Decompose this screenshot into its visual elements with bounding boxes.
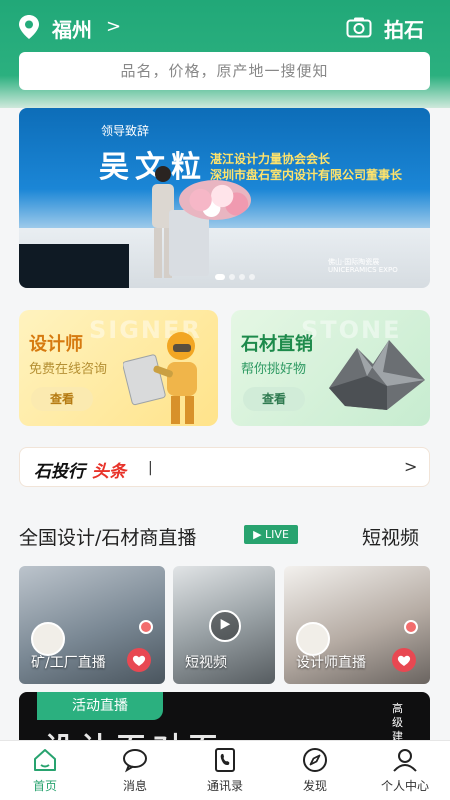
contacts-icon [215,748,235,772]
expo-logo: 佛山·国际陶瓷展 UNICERAMICS EXPO [328,258,398,274]
designer-card[interactable]: SIGNER 设计师 免费在线咨询 查看 [19,310,218,426]
live-badge: ▶ LIVE [244,525,298,544]
short-video-link[interactable]: 短视频 [362,523,419,550]
podium [169,210,209,276]
play-icon[interactable] [209,610,241,642]
stone-card-subtitle: 帮你挑好物 [241,362,307,377]
carousel-dot[interactable] [229,274,235,280]
stage-screen [19,244,129,288]
home-icon [34,749,56,771]
city-selector[interactable]: 福州 [52,14,92,43]
designer-view-button[interactable]: 查看 [31,387,93,411]
tab-label: 通讯录 [206,779,243,793]
carousel-dot[interactable] [249,274,255,280]
tab-discover[interactable]: 发现 [270,741,360,800]
heart-icon[interactable] [392,648,416,672]
headline-text: | [148,460,153,476]
banner-subtitle: 领导致辞 [101,124,150,138]
tab-contacts[interactable]: 通讯录 [180,741,270,800]
designer-card-subtitle: 免费在线咨询 [29,362,108,377]
video-label: 设计师直播 [296,655,366,671]
carousel-dots [215,274,255,280]
chevron-right-icon[interactable]: > [106,16,121,37]
tab-home[interactable]: 首页 [0,741,90,800]
banner-title-line1: 湛江设计力量协会会长 [210,152,331,166]
carousel-dot[interactable] [215,274,225,280]
activity-side-text: 高级建 [392,702,403,742]
chevron-right-icon[interactable]: > [404,457,417,476]
video-card-short-video[interactable]: 短视频 [173,566,275,684]
avatar [296,622,330,656]
lollipop-icon [139,620,153,634]
activity-tag: 活动直播 [37,692,163,720]
stone-view-button[interactable]: 查看 [243,387,305,411]
avatar [31,622,65,656]
tab-label: 首页 [32,779,57,793]
bottom-tab-bar: 首页 消息 通讯录 发现 个人中心 [0,740,450,800]
stone-sales-card[interactable]: STONE 石材直销 帮你挑好物 查看 [231,310,430,426]
flower-bouquet [179,180,251,220]
search-input[interactable]: 品名，价格，原产地一搜便知 [19,52,430,90]
video-card-designer-live[interactable]: 设计师直播 [284,566,430,684]
live-section-title: 全国设计/石材商直播 [19,527,197,549]
hero-banner[interactable]: 领导致辞 吴文粒 湛江设计力量协会会长 深圳市盘石室内设计有限公司董事长 佛山·… [19,108,430,288]
video-label: 短视频 [185,655,227,671]
banner-title-line2: 深圳市盘石室内设计有限公司董事长 [210,168,403,182]
carousel-dot[interactable] [239,274,245,280]
designer-card-title: 设计师 [29,334,83,355]
tab-label: 个人中心 [380,779,429,793]
robot-illustration [123,332,197,424]
tab-label: 发现 [302,779,327,793]
tab-label: 消息 [122,779,147,793]
message-icon [123,749,147,773]
stone-card-title: 石材直销 [241,334,313,355]
user-icon [393,749,417,772]
stone-mountain-illustration [329,340,425,410]
lollipop-icon [404,620,418,634]
video-card-factory-live[interactable]: 矿/工厂直播 [19,566,165,684]
headline-logo-accent: 头条 [92,462,126,482]
heart-icon[interactable] [127,648,151,672]
camera-icon[interactable] [346,16,372,38]
headline-logo-text: 石投行 [34,462,85,482]
tab-messages[interactable]: 消息 [90,741,180,800]
location-pin-icon[interactable] [18,14,40,40]
compass-icon [303,748,327,772]
activity-live-banner[interactable]: 设计面对面 活动直播 高级建 [19,692,430,742]
photo-stone-button[interactable]: 拍石 [384,14,424,43]
headline-ticker[interactable]: 石投行 头条 | > [19,447,430,487]
video-label: 矿/工厂直播 [31,655,106,671]
tab-profile[interactable]: 个人中心 [360,741,450,800]
